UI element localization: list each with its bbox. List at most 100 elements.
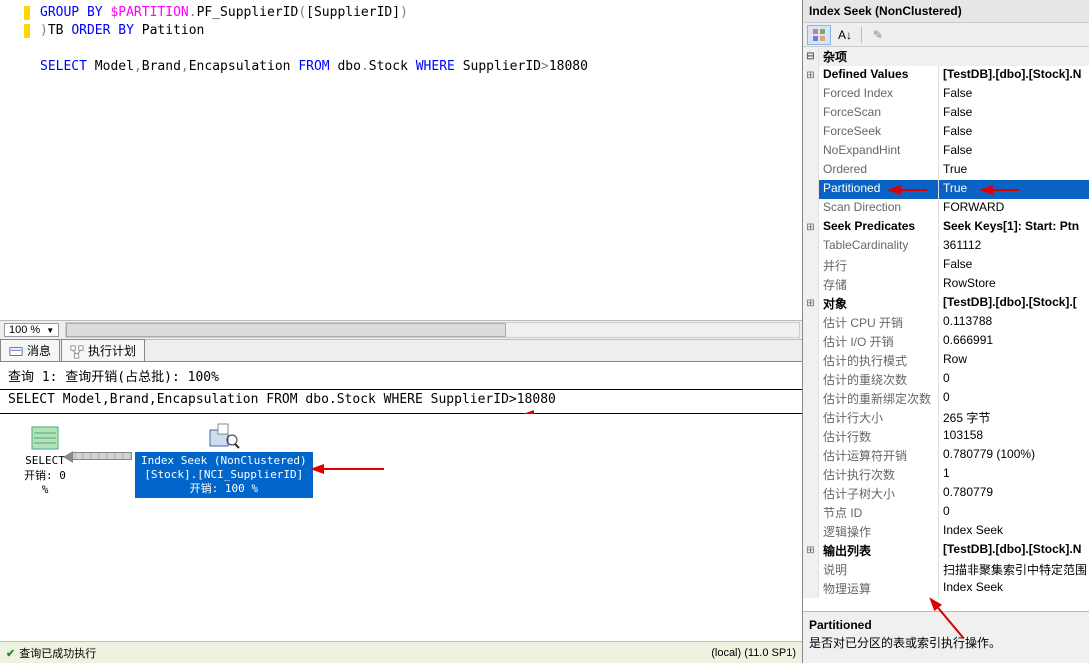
expand-icon[interactable]: ⊞ [803, 294, 819, 313]
editor-footer: 100 % ▼ [0, 320, 802, 340]
property-row[interactable]: NoExpandHintFalse [803, 142, 1089, 161]
expand-icon[interactable] [803, 104, 819, 123]
properties-grid[interactable]: ⊟杂项⊞Defined Values[TestDB].[dbo].[Stock]… [803, 47, 1089, 611]
property-row[interactable]: 估计行大小265 字节 [803, 408, 1089, 427]
expand-icon[interactable] [803, 123, 819, 142]
property-row[interactable]: ⊞输出列表[TestDB].[dbo].[Stock].N [803, 541, 1089, 560]
desc-text: 是否对已分区的表或索引执行操作。 [809, 634, 1083, 651]
editor-hscroll[interactable] [65, 322, 800, 338]
seek-line1: Index Seek (NonClustered) [141, 454, 307, 468]
property-name: 估计执行次数 [819, 465, 939, 484]
property-row[interactable]: 估计运算符开销0.780779 (100%) [803, 446, 1089, 465]
expand-icon[interactable]: ⊞ [803, 66, 819, 85]
property-row[interactable]: TableCardinality361112 [803, 237, 1089, 256]
expand-icon[interactable]: ⊞ [803, 541, 819, 560]
property-row[interactable]: 估计 CPU 开销0.113788 [803, 313, 1089, 332]
expand-icon[interactable] [803, 332, 819, 351]
property-value: [TestDB].[dbo].[Stock].N [939, 541, 1089, 560]
property-row[interactable]: PartitionedTrue [803, 180, 1089, 199]
expand-icon[interactable] [803, 180, 819, 199]
property-row[interactable]: 节点 ID0 [803, 503, 1089, 522]
expand-icon[interactable] [803, 256, 819, 275]
property-value: 0.113788 [939, 313, 1089, 332]
property-row[interactable]: ⊟杂项 [803, 47, 1089, 66]
property-value: Seek Keys[1]: Start: Ptn [939, 218, 1089, 237]
expand-icon[interactable] [803, 484, 819, 503]
expand-icon[interactable]: ⊞ [803, 218, 819, 237]
code-line [40, 40, 794, 58]
property-value: 0.666991 [939, 332, 1089, 351]
properties-tool-button[interactable]: ✎ [866, 25, 890, 45]
property-name: 物理运算 [819, 579, 939, 598]
expand-icon[interactable] [803, 408, 819, 427]
expand-icon[interactable] [803, 85, 819, 104]
plan-node-index-seek[interactable]: Index Seek (NonClustered) [Stock].[NCI_S… [135, 422, 313, 498]
categorized-button[interactable] [807, 25, 831, 45]
property-row[interactable]: 并行False [803, 256, 1089, 275]
plan-canvas[interactable]: SELECT 开销: 0 % Index Seek (NonClustered)… [0, 414, 802, 641]
sql-editor[interactable]: GROUP BY $PARTITION.PF_SupplierID([Suppl… [0, 0, 802, 320]
expand-icon[interactable] [803, 560, 819, 579]
property-row[interactable]: 逻辑操作Index Seek [803, 522, 1089, 541]
property-row[interactable]: 估计的重新绑定次数0 [803, 389, 1089, 408]
status-bar: ✔查询已成功执行 (local) (11.0 SP1) [0, 641, 802, 663]
property-value: 0.780779 (100%) [939, 446, 1089, 465]
property-row[interactable]: 估计的执行模式Row [803, 351, 1089, 370]
property-value: Row [939, 351, 1089, 370]
expand-icon[interactable] [803, 237, 819, 256]
check-icon: ✔ [6, 648, 15, 660]
expand-icon[interactable] [803, 351, 819, 370]
expand-icon[interactable] [803, 161, 819, 180]
property-row[interactable]: 物理运算Index Seek [803, 579, 1089, 598]
expand-icon[interactable] [803, 275, 819, 294]
desc-title: Partitioned [809, 618, 1083, 632]
expand-icon[interactable] [803, 427, 819, 446]
toolbar-separator [861, 27, 862, 43]
property-value: 0 [939, 389, 1089, 408]
expand-icon[interactable] [803, 522, 819, 541]
expand-icon[interactable] [803, 503, 819, 522]
property-row[interactable]: 估计执行次数1 [803, 465, 1089, 484]
property-row[interactable]: 估计的重绕次数0 [803, 370, 1089, 389]
property-value: 103158 [939, 427, 1089, 446]
property-row[interactable]: 估计 I/O 开销0.666991 [803, 332, 1089, 351]
property-value: 1 [939, 465, 1089, 484]
tab-messages[interactable]: 消息 [0, 339, 60, 361]
expand-icon[interactable]: ⊟ [803, 47, 819, 66]
property-name: 对象 [819, 294, 939, 313]
zoom-value: 100 % [9, 324, 40, 336]
property-row[interactable]: 估计子树大小0.780779 [803, 484, 1089, 503]
expand-icon[interactable] [803, 370, 819, 389]
expand-icon[interactable] [803, 142, 819, 161]
property-value: False [939, 104, 1089, 123]
property-row[interactable]: 估计行数103158 [803, 427, 1089, 446]
expand-icon[interactable] [803, 199, 819, 218]
property-row[interactable]: ⊞Defined Values[TestDB].[dbo].[Stock].N [803, 66, 1089, 85]
property-name: 估计 CPU 开销 [819, 313, 939, 332]
expand-icon[interactable] [803, 389, 819, 408]
property-value: True [939, 180, 1089, 199]
expand-icon[interactable] [803, 579, 819, 598]
property-value: [TestDB].[dbo].[Stock].[ [939, 294, 1089, 313]
alphabetical-button[interactable]: A↓ [833, 25, 857, 45]
property-row[interactable]: OrderedTrue [803, 161, 1089, 180]
property-row[interactable]: ForceSeekFalse [803, 123, 1089, 142]
expand-icon[interactable] [803, 446, 819, 465]
property-value: False [939, 256, 1089, 275]
zoom-dropdown[interactable]: 100 % ▼ [4, 323, 59, 337]
property-name: 杂项 [819, 47, 939, 66]
property-row[interactable]: ⊞Seek PredicatesSeek Keys[1]: Start: Ptn [803, 218, 1089, 237]
properties-title: Index Seek (NonClustered) [803, 0, 1089, 23]
property-row[interactable]: Forced IndexFalse [803, 85, 1089, 104]
property-name: Ordered [819, 161, 939, 180]
expand-icon[interactable] [803, 313, 819, 332]
tab-execution-plan[interactable]: 执行计划 [61, 339, 145, 361]
property-row[interactable]: ⊞对象[TestDB].[dbo].[Stock].[ [803, 294, 1089, 313]
property-row[interactable]: 说明扫描非聚集索引中特定范围 [803, 560, 1089, 579]
expand-icon[interactable] [803, 465, 819, 484]
property-row[interactable]: ForceScanFalse [803, 104, 1089, 123]
property-row[interactable]: Scan DirectionFORWARD [803, 199, 1089, 218]
plan-cost-line: 查询 1: 查询开销(占总批): 100% [0, 362, 802, 390]
status-left: ✔查询已成功执行 [6, 645, 96, 661]
property-row[interactable]: 存储RowStore [803, 275, 1089, 294]
